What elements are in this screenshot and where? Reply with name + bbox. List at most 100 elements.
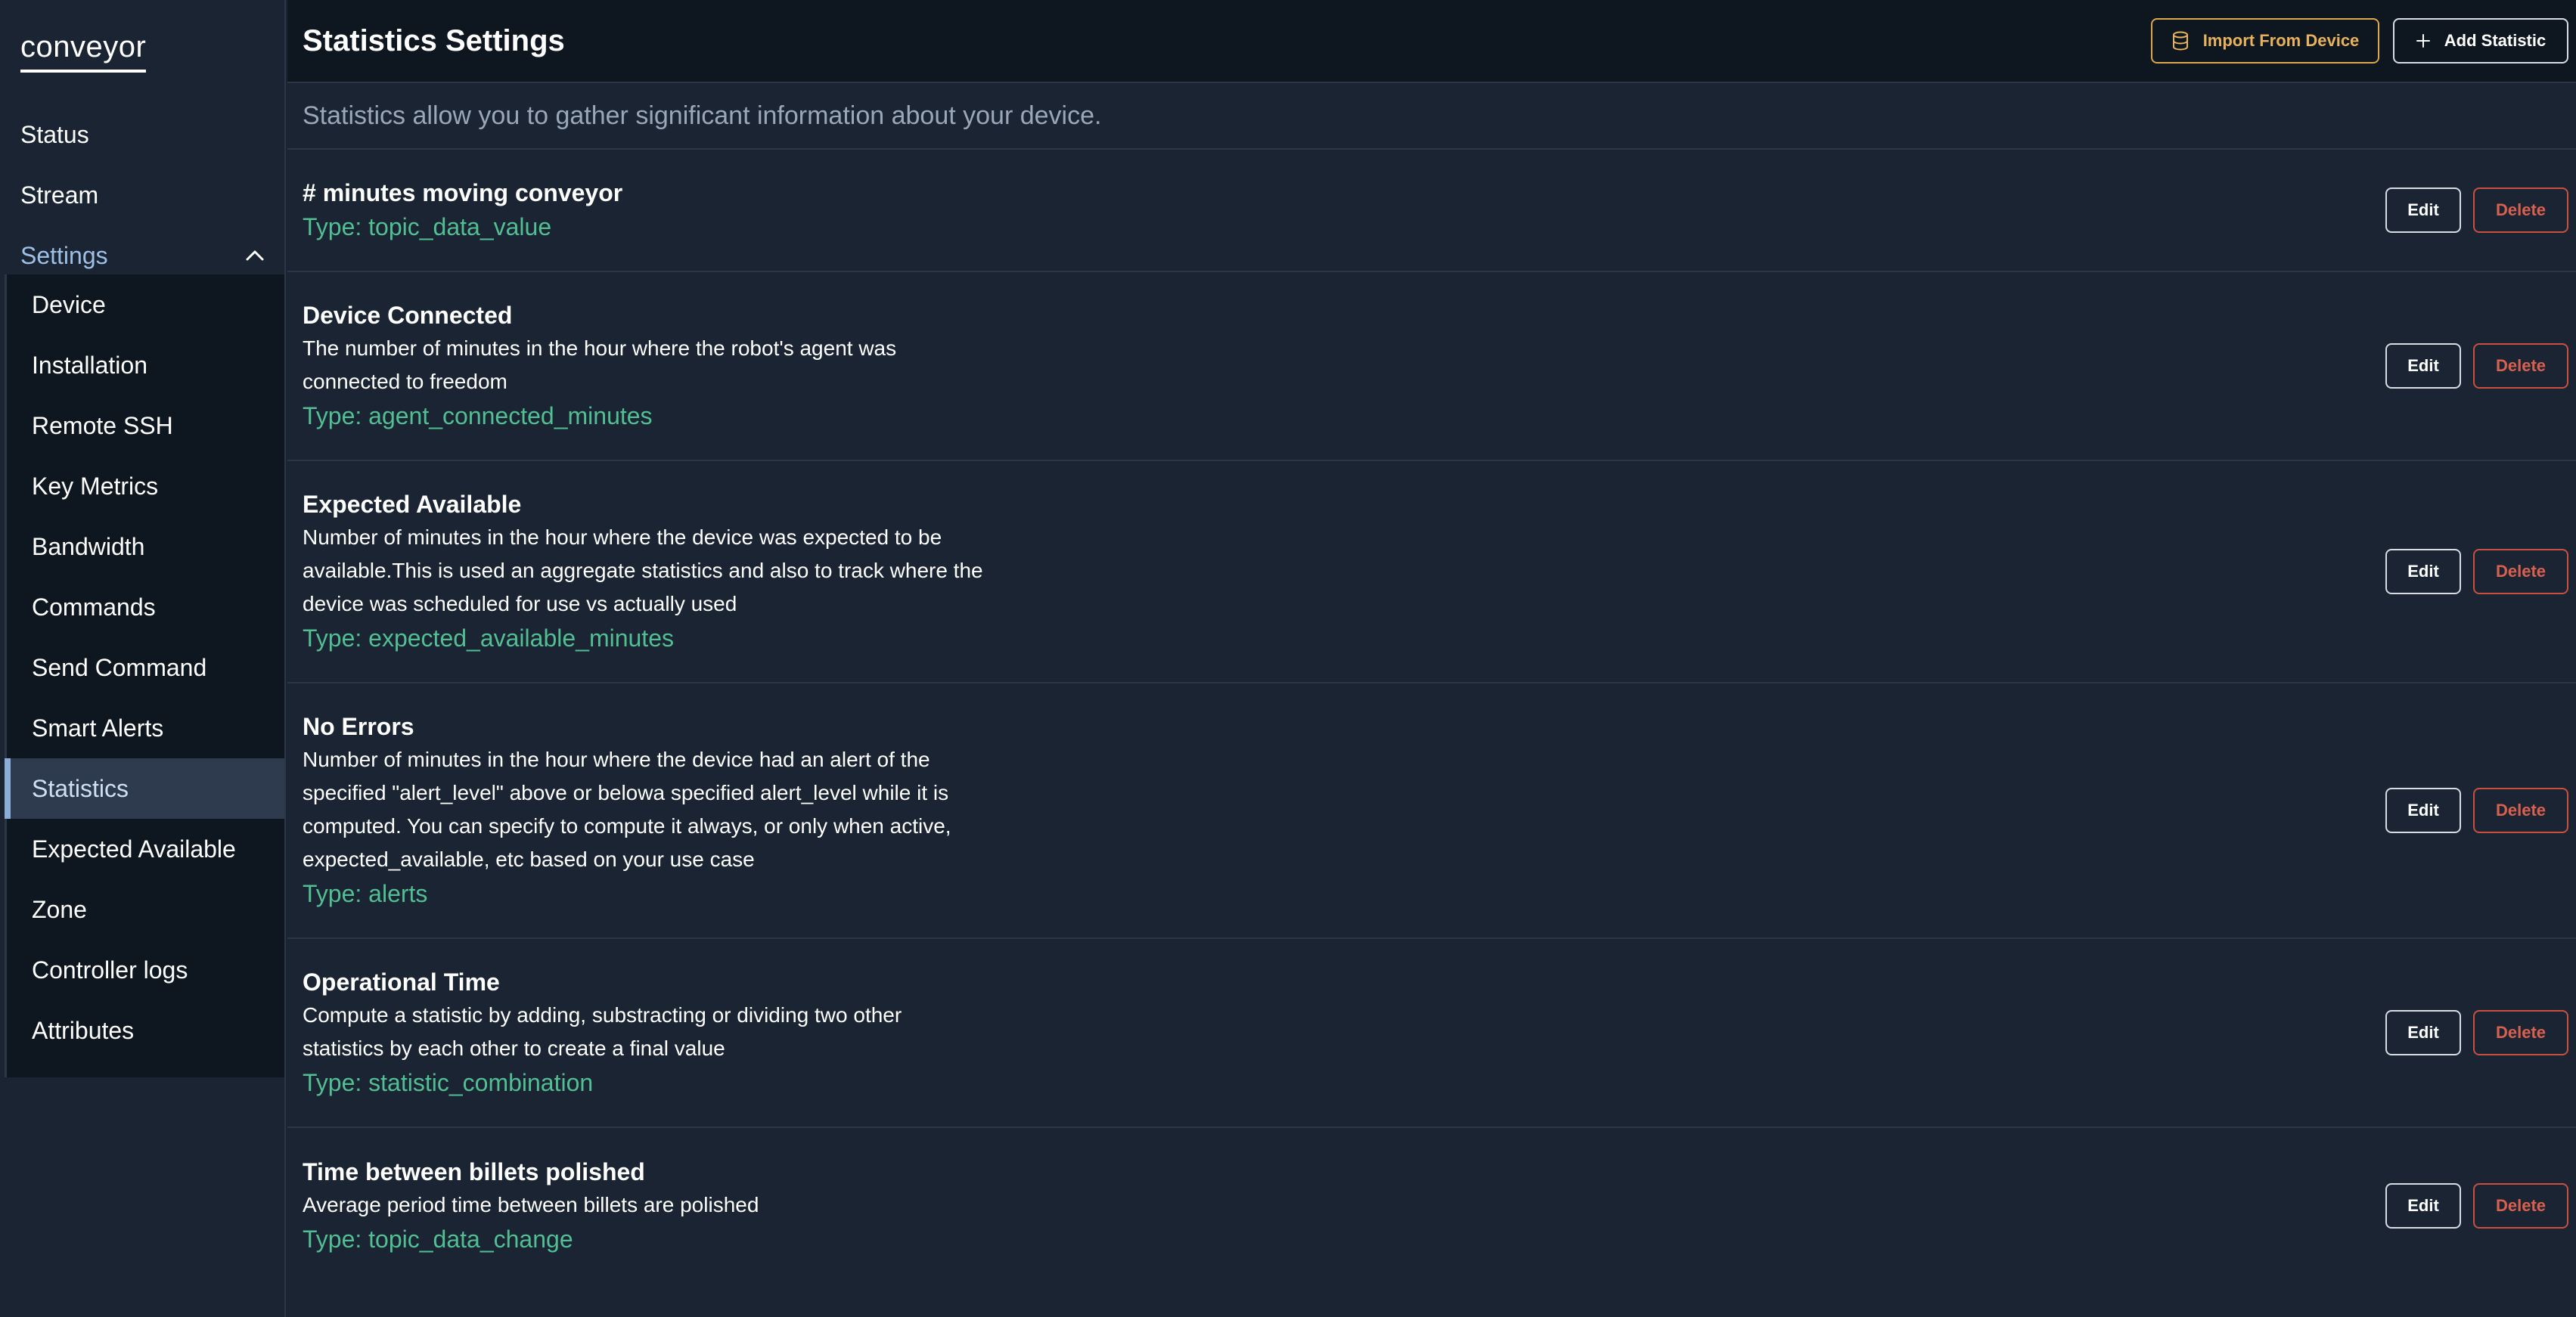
import-from-device-button[interactable]: Import From Device [2151, 18, 2379, 64]
statistic-description-line: expected_available, etc based on your us… [303, 848, 755, 871]
sidebar-item-label: Bandwidth [32, 532, 145, 560]
sidebar-item-controller-logs[interactable]: Controller logs [7, 940, 284, 1000]
sidebar-item-label: Controller logs [32, 956, 188, 984]
add-statistic-button[interactable]: Add Statistic [2393, 18, 2568, 64]
sidebar-item-commands[interactable]: Commands [7, 577, 284, 637]
edit-button[interactable]: Edit [2385, 788, 2461, 833]
sidebar-item-label: Smart Alerts [32, 714, 164, 742]
statistic-description-line: statistics by each other to create a fin… [303, 1037, 725, 1060]
statistic-description-line: The number of minutes in the hour where … [303, 336, 897, 360]
subtitle-bar: Statistics allow you to gather significa… [287, 83, 2576, 150]
statistic-row: Operational Time Compute a statistic by … [287, 939, 2576, 1128]
delete-button[interactable]: Delete [2473, 1010, 2568, 1055]
row-actions: Edit Delete [2385, 343, 2568, 389]
settings-subnav: Device Installation Remote SSH Key Metri… [5, 274, 284, 1077]
sidebar-item-key-metrics[interactable]: Key Metrics [7, 456, 284, 516]
statistic-type: Type: topic_data_change [303, 1226, 573, 1253]
page-title: Statistics Settings [303, 23, 565, 57]
sidebar-item-expected-available[interactable]: Expected Available [7, 819, 284, 879]
statistic-description-line: Number of minutes in the hour where the … [303, 525, 942, 549]
sidebar-item-send-command[interactable]: Send Command [7, 637, 284, 698]
sidebar-item-label: Zone [32, 895, 87, 923]
edit-button[interactable]: Edit [2385, 1183, 2461, 1229]
statistic-type: Type: agent_connected_minutes [303, 402, 653, 429]
add-button-label: Add Statistic [2444, 31, 2547, 50]
sidebar-item-stream[interactable]: Stream [0, 165, 284, 225]
statistic-info: # minutes moving conveyor Type: topic_da… [303, 176, 1059, 244]
statistic-description-line: Number of minutes in the hour where the … [303, 748, 930, 771]
statistic-description-line: connected to freedom [303, 370, 507, 393]
row-actions: Edit Delete [2385, 1010, 2568, 1055]
header-actions: Import From Device Add Statistic [2151, 18, 2568, 64]
statistic-name: No Errors [303, 713, 414, 740]
sidebar-item-label: Attributes [32, 1016, 135, 1044]
delete-button[interactable]: Delete [2473, 549, 2568, 594]
plus-icon [2416, 33, 2431, 48]
sidebar-item-label: Statistics [32, 774, 129, 802]
statistic-description-line: available.This is used an aggregate stat… [303, 559, 983, 582]
sidebar: conveyor Status Stream Settings Device I… [0, 0, 286, 1317]
edit-button[interactable]: Edit [2385, 549, 2461, 594]
statistic-type: Type: statistic_combination [303, 1069, 594, 1096]
sidebar-item-label: Commands [32, 593, 156, 621]
sidebar-item-statistics[interactable]: Statistics [5, 758, 284, 819]
chevron-up-icon[interactable] [244, 244, 266, 267]
statistic-info: Device Connected The number of minutes i… [303, 299, 1059, 433]
statistic-info: Operational Time Compute a statistic by … [303, 965, 1059, 1100]
statistic-type: Type: topic_data_value [303, 213, 552, 240]
row-actions: Edit Delete [2385, 549, 2568, 594]
sidebar-nav: Status Stream Settings [0, 104, 284, 286]
statistic-row: Device Connected The number of minutes i… [287, 272, 2576, 461]
statistic-name: Expected Available [303, 491, 522, 518]
statistic-info: Expected Available Number of minutes in … [303, 488, 1059, 655]
delete-button[interactable]: Delete [2473, 788, 2568, 833]
import-button-label: Import From Device [2202, 31, 2360, 50]
sidebar-item-installation[interactable]: Installation [7, 335, 284, 395]
sidebar-item-label: Send Command [32, 653, 207, 681]
edit-button[interactable]: Edit [2385, 343, 2461, 389]
statistic-type: Type: expected_available_minutes [303, 624, 674, 652]
sidebar-item-attributes[interactable]: Attributes [7, 1000, 284, 1061]
sidebar-item-zone[interactable]: Zone [7, 879, 284, 940]
statistic-name: Time between billets polished [303, 1158, 645, 1185]
statistic-description-line: device was scheduled for use vs actually… [303, 592, 737, 615]
app-logo[interactable]: conveyor [20, 29, 147, 73]
statistic-row: # minutes moving conveyor Type: topic_da… [287, 150, 2576, 272]
statistic-name: Operational Time [303, 968, 500, 996]
sidebar-item-device[interactable]: Device [7, 274, 284, 335]
statistic-info: No Errors Number of minutes in the hour … [303, 710, 1059, 911]
edit-button[interactable]: Edit [2385, 1010, 2461, 1055]
edit-button[interactable]: Edit [2385, 187, 2461, 233]
row-actions: Edit Delete [2385, 187, 2568, 233]
statistic-name: # minutes moving conveyor [303, 179, 623, 206]
delete-button[interactable]: Delete [2473, 187, 2568, 233]
statistic-row: Expected Available Number of minutes in … [287, 461, 2576, 683]
sidebar-item-label: Installation [32, 351, 147, 379]
page-subtitle: Statistics allow you to gather significa… [303, 101, 1102, 130]
statistic-description-line: Compute a statistic by adding, substract… [303, 1003, 902, 1027]
sidebar-item-smart-alerts[interactable]: Smart Alerts [7, 698, 284, 758]
main-content: Statistics Settings Import From Device A… [287, 0, 2576, 1317]
statistic-description-line: computed. You can specify to compute it … [303, 814, 951, 838]
row-actions: Edit Delete [2385, 788, 2568, 833]
sidebar-item-label: Device [32, 290, 106, 318]
sidebar-item-label: Key Metrics [32, 472, 159, 500]
database-icon [2171, 31, 2190, 51]
statistic-type: Type: alerts [303, 880, 428, 907]
delete-button[interactable]: Delete [2473, 343, 2568, 389]
sidebar-item-remote-ssh[interactable]: Remote SSH [7, 395, 284, 456]
sidebar-item-label: Settings [20, 241, 108, 269]
statistic-description-line: Average period time between billets are … [303, 1193, 759, 1216]
statistic-description-line: specified "alert_level" above or belowa … [303, 781, 949, 804]
statistic-name: Device Connected [303, 302, 513, 329]
page-header: Statistics Settings Import From Device A… [287, 0, 2576, 83]
sidebar-item-bandwidth[interactable]: Bandwidth [7, 516, 284, 577]
sidebar-item-label: Status [20, 120, 89, 148]
sidebar-item-label: Expected Available [32, 835, 236, 863]
sidebar-item-label: Remote SSH [32, 411, 173, 439]
delete-button[interactable]: Delete [2473, 1183, 2568, 1229]
statistic-row: Time between billets polished Average pe… [287, 1128, 2576, 1284]
sidebar-item-status[interactable]: Status [0, 104, 284, 165]
statistic-row: No Errors Number of minutes in the hour … [287, 683, 2576, 939]
row-actions: Edit Delete [2385, 1183, 2568, 1229]
